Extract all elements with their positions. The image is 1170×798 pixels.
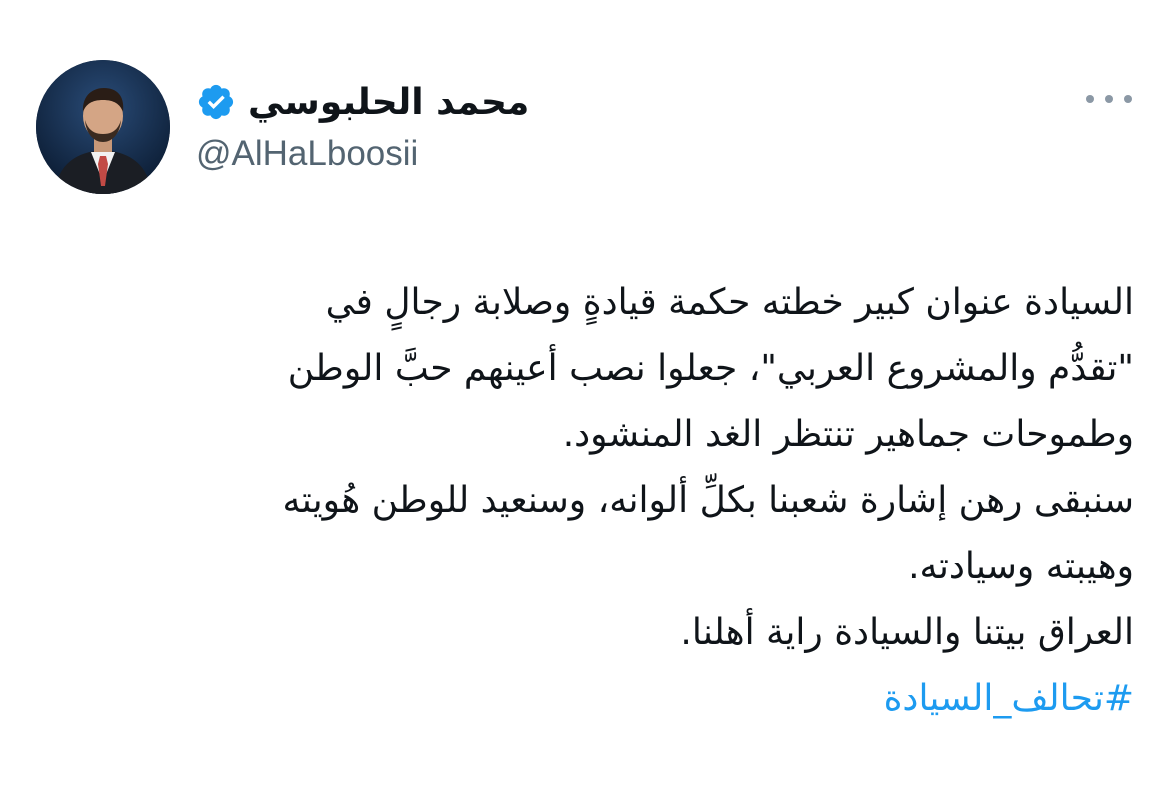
more-options-button[interactable] (1086, 86, 1132, 112)
author-display-name[interactable]: محمد الحلبوسي (248, 82, 529, 123)
avatar[interactable] (36, 60, 170, 194)
author-handle[interactable]: @AlHaLboosii (196, 134, 418, 174)
tweet-card: محمد الحلبوسي @AlHaLboosii السيادة عنوان… (0, 0, 1170, 798)
tweet-text: السيادة عنوان كبير خطته حكمة قيادةٍ وصلا… (34, 270, 1134, 732)
tweet-text-line: وطموحات جماهير تنتظر الغد المنشود. (562, 414, 1134, 455)
author-name-row[interactable]: محمد الحلبوسي (196, 78, 529, 126)
tweet-text-line: السيادة عنوان كبير خطته حكمة قيادةٍ وصلا… (325, 282, 1134, 323)
more-horizontal-icon (1124, 95, 1132, 103)
more-horizontal-icon (1105, 95, 1113, 103)
tweet-text-line: سنبقى رهن إشارة شعبنا بكلِّ ألوانه، وسنع… (282, 480, 1134, 521)
verified-badge-icon (198, 84, 234, 120)
more-horizontal-icon (1086, 95, 1094, 103)
tweet-text-line: وهيبته وسيادته. (908, 546, 1134, 587)
tweet-text-line: "تقدُّم والمشروع العربي"، جعلوا نصب أعين… (287, 348, 1134, 389)
hashtag-link[interactable]: #تحالف_السيادة (34, 666, 1134, 732)
tweet-text-line: العراق بيتنا والسيادة راية أهلنا. (680, 612, 1134, 653)
profile-photo-icon (36, 60, 170, 194)
